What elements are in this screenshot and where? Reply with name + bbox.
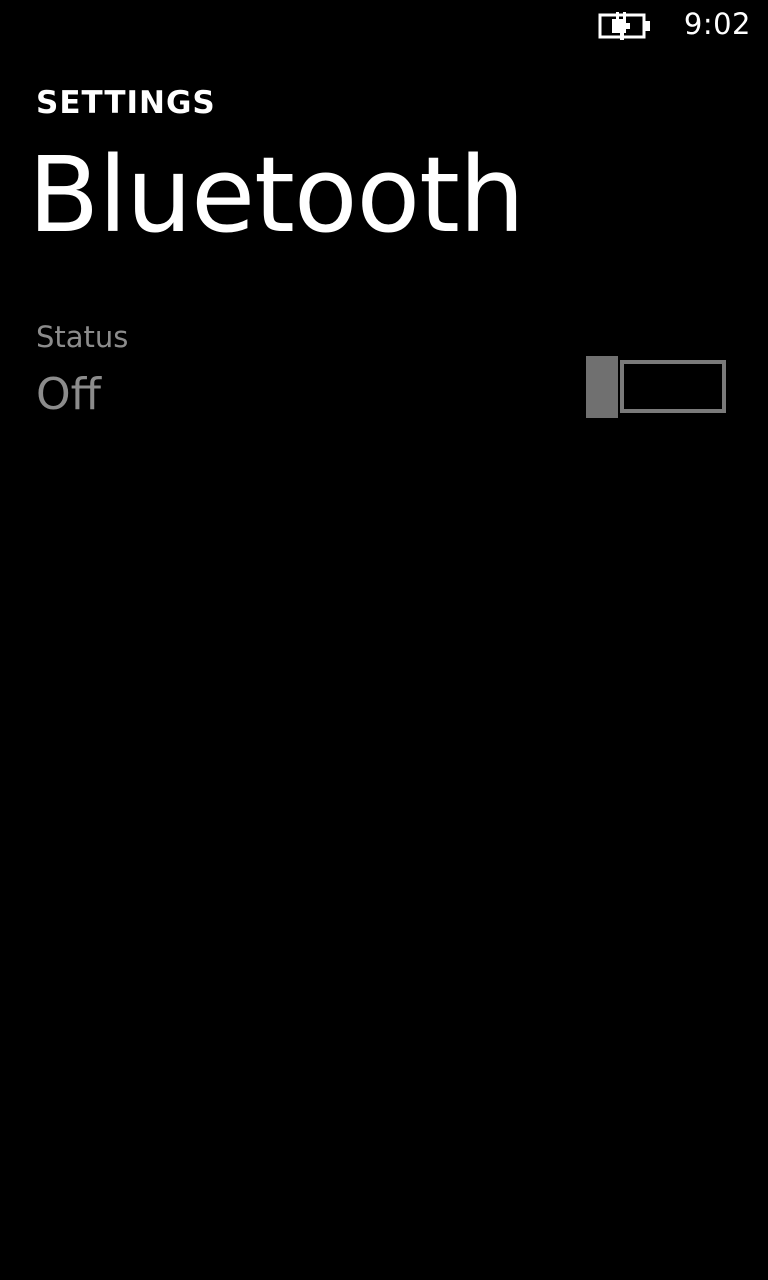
toggle-thumb[interactable]: [586, 356, 618, 418]
section-label: SETTINGS: [36, 85, 216, 121]
bluetooth-toggle[interactable]: [584, 354, 734, 420]
page-title: Bluetooth: [28, 134, 525, 256]
status-bar: 9:02: [0, 0, 768, 50]
toggle-track: [620, 360, 726, 413]
bluetooth-status-value: Off: [36, 369, 101, 420]
clock: 9:02: [683, 7, 751, 41]
bluetooth-status-label: Status: [36, 320, 129, 354]
battery-charging-icon: [598, 10, 652, 40]
